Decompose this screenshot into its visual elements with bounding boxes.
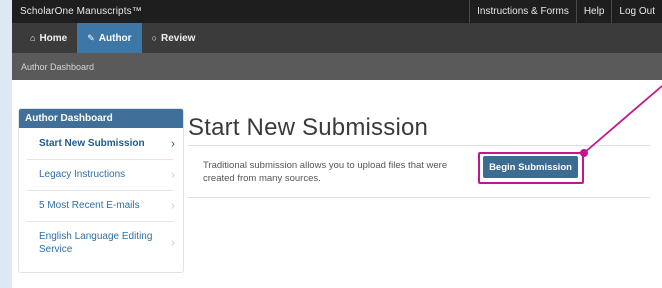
sidebar-item-label: English Language Editing Service: [39, 231, 153, 255]
sidebar-header: Author Dashboard: [19, 109, 183, 128]
chevron-right-icon: ›: [171, 136, 175, 150]
log-out-link[interactable]: Log Out: [611, 0, 662, 23]
begin-submission-button[interactable]: Begin Submission: [483, 156, 578, 178]
tab-home[interactable]: ⌂ Home: [20, 23, 77, 53]
top-links: Instructions & Forms Help Log Out: [469, 0, 662, 23]
tab-author-label: Author: [98, 32, 132, 44]
top-bar: ScholarOne Manuscripts™ Instructions & F…: [12, 0, 662, 23]
sidebar-item-label: Legacy Instructions: [39, 169, 126, 180]
breadcrumb: Author Dashboard: [12, 53, 662, 80]
sidebar-item-label: Start New Submission: [39, 138, 145, 149]
sidebar-item-label: 5 Most Recent E-mails: [39, 200, 140, 211]
pencil-icon: ✎: [87, 32, 95, 43]
sidebar-item-legacy-instructions[interactable]: Legacy Instructions ›: [19, 159, 183, 190]
breadcrumb-label[interactable]: Author Dashboard: [21, 62, 94, 72]
brand-name: ScholarOne Manuscripts™: [20, 6, 142, 17]
chevron-right-icon: ›: [171, 198, 175, 212]
tab-review-label: Review: [161, 32, 196, 44]
chevron-right-icon: ›: [171, 235, 175, 250]
submission-description: Traditional submission allows you to upl…: [203, 160, 448, 184]
sidebar-item-language-editing[interactable]: English Language Editing Service ›: [19, 221, 183, 265]
speech-bubble-icon: ○: [151, 33, 157, 43]
page-title: Start New Submission: [188, 114, 429, 141]
tab-review[interactable]: ○ Review: [142, 23, 206, 53]
main-nav: ⌂ Home ✎ Author ○ Review: [12, 23, 662, 53]
help-link[interactable]: Help: [575, 0, 612, 23]
instructions-forms-link[interactable]: Instructions & Forms: [469, 0, 576, 23]
divider: [188, 197, 650, 198]
sidebar-item-start-new-submission[interactable]: Start New Submission ›: [19, 128, 183, 159]
divider: [188, 145, 650, 146]
tab-author[interactable]: ✎ Author: [77, 23, 142, 53]
tab-home-label: Home: [39, 32, 68, 44]
sidebar: Author Dashboard Start New Submission › …: [18, 108, 184, 273]
chevron-right-icon: ›: [171, 167, 175, 181]
home-icon: ⌂: [30, 33, 36, 43]
sidebar-item-recent-emails[interactable]: 5 Most Recent E-mails ›: [19, 190, 183, 221]
